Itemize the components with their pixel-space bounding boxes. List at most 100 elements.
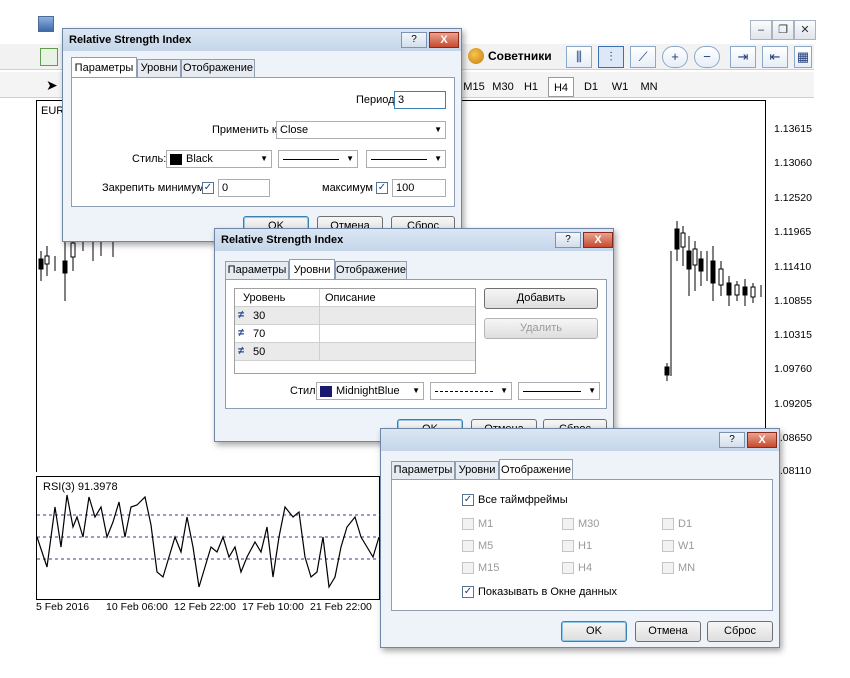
all-timeframes-label: Все таймфреймы	[478, 494, 568, 506]
tf-h1-checkbox[interactable]	[562, 540, 574, 552]
tf-m5-checkbox[interactable]	[462, 540, 474, 552]
tf-mn-label: MN	[678, 562, 696, 574]
color-value: Black	[186, 153, 213, 165]
tab-display[interactable]: Отображение	[181, 59, 255, 77]
apply-to-select[interactable]: Close ▼	[276, 121, 446, 139]
color-select[interactable]: Black ▼	[166, 150, 272, 168]
color-swatch	[320, 385, 332, 397]
color-value: MidnightBlue	[336, 385, 400, 397]
level-value: 30	[253, 310, 266, 322]
rsi-dialog-levels: Relative Strength Index ? X Параметры Ур…	[214, 228, 614, 442]
color-select[interactable]: MidnightBlue ▼	[316, 382, 424, 400]
line-width-sample	[371, 159, 427, 160]
cursor-icon[interactable]: ➤	[46, 77, 58, 94]
fix-min-input[interactable]: 0	[218, 179, 270, 197]
table-row[interactable]: ≠ 50	[235, 343, 475, 361]
expert-advisors-icon[interactable]	[468, 48, 484, 64]
auto-scroll-icon[interactable]: ⇥	[730, 46, 756, 68]
help-button[interactable]: ?	[555, 232, 581, 248]
close-button[interactable]: X	[429, 32, 459, 48]
minimize-button[interactable]: –	[750, 20, 772, 40]
tf-d1-checkbox[interactable]	[662, 518, 674, 530]
add-level-button[interactable]: Добавить	[484, 288, 598, 309]
expert-advisors-button[interactable]: Советники	[488, 49, 552, 63]
tab-parameters[interactable]: Параметры	[391, 461, 455, 479]
price-tick: 1.12520	[774, 192, 812, 204]
tf-w1-checkbox[interactable]	[662, 540, 674, 552]
tf-w1-label: W1	[678, 540, 695, 552]
zoom-out-icon[interactable]: −	[694, 46, 720, 68]
price-tick: 1.13060	[774, 157, 812, 169]
tf-mn-checkbox[interactable]	[662, 562, 674, 574]
tab-display[interactable]: Отображение	[335, 261, 407, 279]
help-button[interactable]: ?	[719, 432, 745, 448]
line-width-select[interactable]: ▼	[366, 150, 446, 168]
table-row[interactable]: ≠ 30	[235, 307, 475, 325]
price-tick: 1.09760	[774, 363, 812, 375]
tf-m15-checkbox[interactable]	[462, 562, 474, 574]
date-tick: 10 Feb 06:00	[106, 601, 168, 613]
chart-shift-icon[interactable]: ⇤	[762, 46, 788, 68]
cancel-button[interactable]: Отмена	[635, 621, 701, 642]
level-icon: ≠	[238, 309, 245, 321]
level-value: 50	[253, 346, 266, 358]
chevron-down-icon: ▼	[434, 154, 442, 163]
tf-h1[interactable]: H1	[520, 77, 542, 97]
close-button[interactable]: X	[583, 232, 613, 248]
new-chart-icon[interactable]	[40, 48, 58, 66]
tab-parameters[interactable]: Параметры	[71, 57, 137, 77]
line-chart-button[interactable]: ⟋	[630, 46, 656, 68]
line-style-sample	[283, 159, 339, 160]
table-row[interactable]: ≠ 70	[235, 325, 475, 343]
tf-w1[interactable]: W1	[608, 77, 632, 97]
show-in-data-window-label: Показывать в Окне данных	[478, 586, 618, 598]
tab-levels[interactable]: Уровни	[137, 59, 181, 77]
line-style-select[interactable]: ▼	[430, 382, 512, 400]
fix-max-checkbox[interactable]: ✓	[376, 182, 388, 194]
reset-button[interactable]: Сброс	[707, 621, 773, 642]
tab-display[interactable]: Отображение	[499, 459, 573, 479]
fix-min-checkbox[interactable]: ✓	[202, 182, 214, 194]
zoom-in-icon[interactable]: +	[662, 46, 688, 68]
help-button[interactable]: ?	[401, 32, 427, 48]
tf-m30-checkbox[interactable]	[562, 518, 574, 530]
close-button[interactable]: X	[747, 432, 777, 448]
close-window-button[interactable]: ✕	[794, 20, 816, 40]
tf-h4-checkbox[interactable]	[562, 562, 574, 574]
dialog-title: Relative Strength Index	[215, 229, 613, 251]
tab-parameters[interactable]: Параметры	[225, 261, 289, 279]
tf-mn[interactable]: MN	[636, 77, 662, 97]
tab-levels[interactable]: Уровни	[289, 259, 335, 279]
chevron-down-icon: ▼	[434, 125, 442, 134]
tf-h4[interactable]: H4	[548, 77, 574, 97]
rsi-subwindow[interactable]: RSI(3) 91.3978	[36, 476, 381, 600]
rsi-svg	[37, 494, 381, 589]
restore-button[interactable]: ❐	[772, 20, 794, 40]
date-tick: 17 Feb 10:00	[242, 601, 304, 613]
header-divider	[319, 289, 320, 307]
chevron-down-icon: ▼	[260, 154, 268, 163]
all-timeframes-checkbox[interactable]: ✓	[462, 494, 474, 506]
line-style-select[interactable]: ▼	[278, 150, 358, 168]
rsi-dialog-display: ? X Параметры Уровни Отображение ✓ Все т…	[380, 428, 780, 648]
tf-m15[interactable]: M15	[462, 77, 486, 97]
fix-max-input[interactable]: 100	[392, 179, 446, 197]
tf-m30[interactable]: M30	[490, 77, 516, 97]
candle-chart-button[interactable]: ⫶	[598, 46, 624, 68]
rsi-dialog-parameters: Relative Strength Index ? X Параметры Ур…	[62, 28, 462, 242]
col-level-header: Уровень	[243, 292, 286, 304]
templates-icon[interactable]: ▦	[794, 46, 812, 68]
style-label: Стиль:	[132, 153, 167, 165]
bar-chart-button[interactable]: ⫼	[566, 46, 592, 68]
tf-d1-label: D1	[678, 518, 693, 530]
tab-levels[interactable]: Уровни	[455, 461, 499, 479]
tf-m1-checkbox[interactable]	[462, 518, 474, 530]
remove-level-button[interactable]: Удалить	[484, 318, 598, 339]
color-swatch	[170, 153, 182, 165]
line-width-select[interactable]: ▼	[518, 382, 600, 400]
period-input[interactable]: 3	[394, 91, 446, 109]
tf-d1[interactable]: D1	[580, 77, 602, 97]
level-icon: ≠	[238, 327, 245, 339]
ok-button[interactable]: OK	[561, 621, 627, 642]
show-in-data-window-checkbox[interactable]: ✓	[462, 586, 474, 598]
